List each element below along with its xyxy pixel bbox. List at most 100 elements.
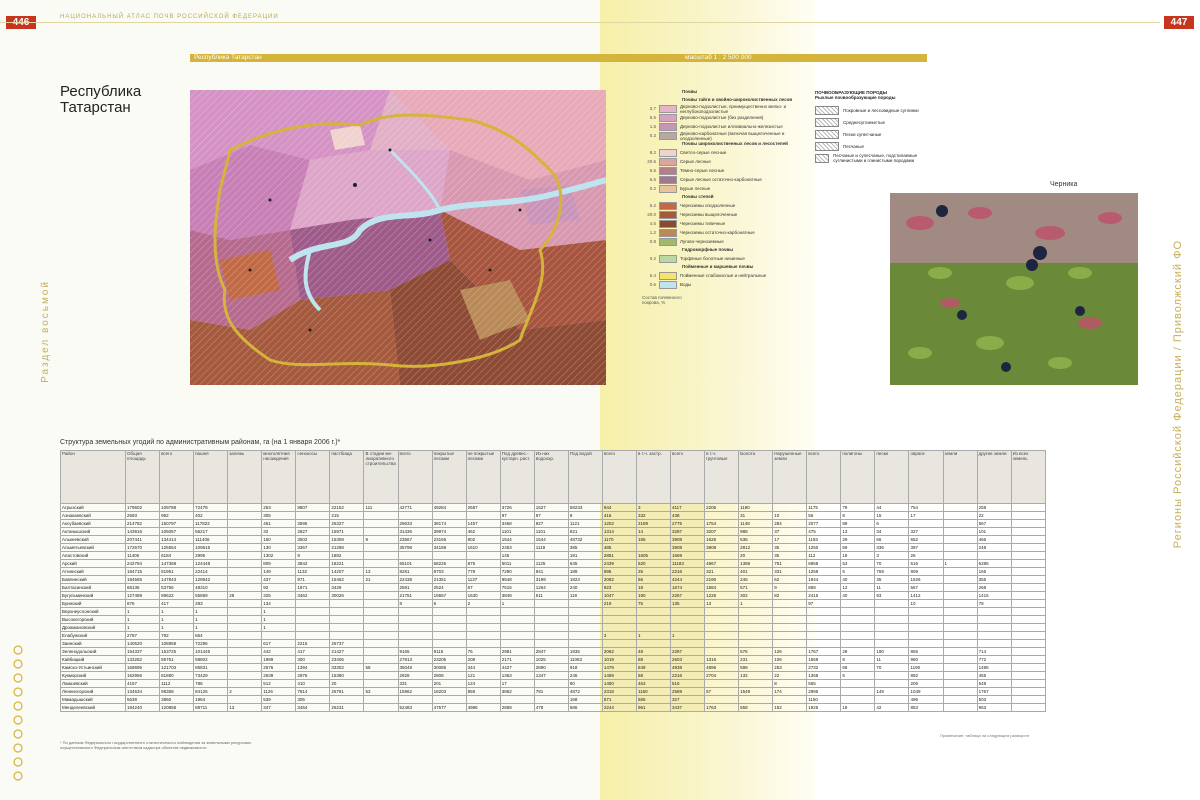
- table-header-cell: всего: [397, 450, 433, 504]
- top-rule-left: [0, 22, 600, 23]
- table-cell: 410: [295, 679, 331, 688]
- table-cell: 81880: [159, 671, 195, 680]
- table-cell: [295, 631, 331, 640]
- table-cell: [397, 615, 433, 624]
- table-cell: 126: [772, 647, 808, 656]
- table-cell: 1025: [533, 655, 569, 664]
- table-cell: 2603: [669, 655, 706, 664]
- table-cell: 38174: [431, 519, 467, 528]
- table-cell: [942, 631, 978, 640]
- table-cell: 754: [908, 503, 944, 512]
- table-cell: [465, 607, 501, 616]
- table-cell: 258: [976, 503, 1012, 512]
- table-cell: [499, 615, 535, 624]
- table-cell: 455: [976, 671, 1012, 680]
- table-cell: [942, 575, 978, 584]
- table-cell: [976, 639, 1012, 648]
- table-cell: [908, 631, 944, 640]
- table-cell: 76: [465, 647, 501, 656]
- table-district-cell: Лаишевский: [60, 679, 126, 688]
- table-cell: 31: [738, 511, 774, 520]
- table-cell: [1010, 527, 1047, 536]
- table-cell: 305: [261, 511, 297, 520]
- legend-row-percent: 1.5: [649, 124, 656, 129]
- table-cell: 14207: [329, 567, 365, 576]
- table-cell: 53: [840, 559, 876, 568]
- table-cell: 268: [976, 583, 1012, 592]
- table-cell: 1302: [261, 551, 297, 560]
- legend-row: 4.6 Черноземы типичные: [640, 219, 815, 228]
- legend-row-percent: 20.0: [647, 212, 656, 217]
- table-cell: 78: [976, 599, 1012, 608]
- table-cell: [567, 631, 603, 640]
- legend-row: 0.8 Лугово-черноземные: [640, 237, 815, 246]
- legend-row-label: Дерново-подзолистые, преимущественно мел…: [680, 103, 787, 114]
- table-cell: 11: [874, 655, 910, 664]
- table-cell: [635, 607, 672, 616]
- table-cell: 101445: [193, 647, 229, 656]
- table-cell: 13: [704, 599, 740, 608]
- table-cell: 1: [193, 607, 229, 616]
- table-cell: [772, 695, 808, 704]
- table-footnote: * По данным Федерального государственног…: [60, 740, 252, 750]
- table-header-cell: Болота: [738, 450, 774, 504]
- table-cell: [601, 623, 637, 632]
- table-cell: 73429: [193, 671, 229, 680]
- table-cell: [704, 551, 740, 560]
- table-cell: [704, 639, 740, 648]
- table-cell: 1101: [533, 527, 569, 536]
- table-cell: 22152: [329, 503, 365, 512]
- table-cell: 9: [295, 551, 331, 560]
- table-cell: 1160: [635, 687, 672, 696]
- table-cell: [295, 607, 331, 616]
- table-cell: 2453: [499, 543, 535, 552]
- table-cell: 125554: [159, 543, 195, 552]
- table-header-cell: многолетние насаждения: [261, 450, 297, 504]
- table-cell: [874, 599, 910, 608]
- table-header-cell: Общая площадь: [124, 450, 161, 504]
- legend-row-label: Дерново-подзолистые иллювиально-железист…: [680, 124, 783, 129]
- table-district-cell: Алькеевский: [60, 535, 126, 544]
- table-cell: 88: [635, 655, 672, 664]
- table-cell: [942, 599, 978, 608]
- table-cell: 1767: [806, 647, 842, 656]
- table-cell: 2062: [601, 647, 637, 656]
- table-cell: 1763: [704, 703, 740, 712]
- table-cell: [363, 615, 399, 624]
- table-cell: 2267: [669, 591, 706, 600]
- table-cell: 751: [772, 559, 808, 568]
- table-cell: 1: [159, 623, 195, 632]
- table-cell: 7290: [499, 567, 535, 576]
- parent-rock-label: Песчаные: [843, 143, 865, 149]
- table-cell: 15971: [329, 527, 365, 536]
- table-cell: 9: [363, 535, 399, 544]
- region-side-label: Регионы Российской Федерации / Приволжск…: [1172, 240, 1184, 549]
- table-cell: 32: [261, 527, 297, 536]
- table-cell: 18: [840, 551, 876, 560]
- table-cell: 331: [397, 679, 433, 688]
- table-cell: [806, 623, 842, 632]
- legend-row-label: Воды: [680, 282, 692, 287]
- table-cell: [295, 615, 331, 624]
- table-cell: [227, 551, 263, 560]
- legend-row-percent: 0.6: [649, 282, 656, 287]
- legend-swatch: [659, 104, 677, 113]
- table-cell: 5638: [124, 695, 161, 704]
- table-cell: 206: [908, 679, 944, 688]
- table-cell: 2: [227, 687, 263, 696]
- table-cell: 2216: [669, 671, 706, 680]
- table-cell: [1010, 583, 1047, 592]
- table-cell: [533, 623, 569, 632]
- legend-row-percent: 3.7: [649, 106, 656, 111]
- table-cell: [567, 615, 603, 624]
- table-cell: 8: [772, 679, 808, 688]
- table-cell: [738, 639, 774, 648]
- table-cell: 240: [567, 583, 603, 592]
- table-cell: 68: [840, 663, 876, 672]
- table-cell: [363, 631, 399, 640]
- table-cell: [431, 631, 467, 640]
- table-cell: 18221: [329, 559, 365, 568]
- table-cell: 70: [874, 559, 910, 568]
- table-header-cell: всего: [806, 450, 842, 504]
- table-cell: 516: [908, 559, 944, 568]
